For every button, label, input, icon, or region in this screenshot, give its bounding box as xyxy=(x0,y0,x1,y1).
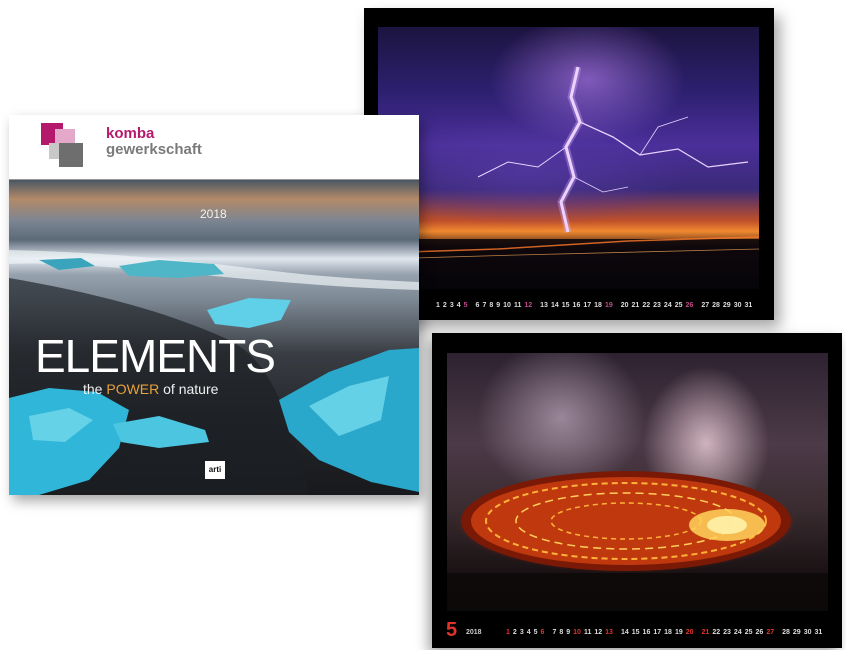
date-13: 13 xyxy=(605,629,613,636)
date-1: 1 xyxy=(436,302,440,309)
date-31: 31 xyxy=(744,302,753,309)
lightning-bolts xyxy=(378,66,759,289)
date-21: 21 xyxy=(701,629,710,636)
date-29: 29 xyxy=(722,302,731,309)
date-7: 7 xyxy=(482,302,487,309)
date-23: 23 xyxy=(723,629,731,636)
date-5: 5 xyxy=(533,629,538,636)
lightning-date-row: 1 2 3 4 5 6 7 8 9 10 11 12 13 14 15 16 17 18 19 20 21 22 23 24 2… xyxy=(436,302,755,309)
date-27: 27 xyxy=(701,302,710,309)
date-31: 31 xyxy=(814,629,823,636)
date-11: 11 xyxy=(513,302,522,309)
date-15: 15 xyxy=(631,629,640,636)
date-11: 11 xyxy=(583,629,592,636)
date-18: 18 xyxy=(594,302,602,309)
date-2: 2 xyxy=(512,629,517,636)
date-20: 20 xyxy=(620,302,629,309)
date-6: 6 xyxy=(540,629,545,636)
publisher-logo: arti xyxy=(205,461,225,479)
date-5: 5 xyxy=(463,302,468,309)
date-10: 10 xyxy=(503,302,511,309)
cover-year: 2018 xyxy=(200,207,227,221)
date-9: 9 xyxy=(566,629,571,636)
date-12: 12 xyxy=(524,302,533,309)
subtitle-post: of nature xyxy=(159,381,219,397)
volcano-photo xyxy=(447,353,828,611)
volcano-date-row: 1 2 3 4 5 6 7 8 9 10 11 12 13 14 15 16 17 18 19 20 21 22 23 24 2… xyxy=(506,629,825,636)
date-9: 9 xyxy=(496,302,501,309)
date-8: 8 xyxy=(559,629,564,636)
subtitle-highlight: POWER xyxy=(106,381,160,397)
date-19: 19 xyxy=(604,302,613,309)
lightning-photo xyxy=(378,27,759,289)
calendar-cover: komba gewerkschaft 2018 ELEMENTS the POW… xyxy=(9,115,419,495)
date-12: 12 xyxy=(594,629,603,636)
komba-logo-icon xyxy=(41,123,87,169)
calendar-page-volcano xyxy=(432,333,842,648)
date-25: 25 xyxy=(744,629,753,636)
subtitle-pre: the xyxy=(83,381,107,397)
brand-name-line2: gewerkschaft xyxy=(106,141,202,158)
lava-lake xyxy=(447,471,828,611)
date-23: 23 xyxy=(653,302,661,309)
date-25: 25 xyxy=(674,302,683,309)
date-6: 6 xyxy=(475,302,480,309)
calendar-page-lightning xyxy=(364,8,774,320)
date-4: 4 xyxy=(456,302,461,309)
date-10: 10 xyxy=(573,629,581,636)
date-16: 16 xyxy=(572,302,581,309)
month-number: 5 xyxy=(446,619,458,641)
date-3: 3 xyxy=(449,302,454,309)
date-22: 22 xyxy=(712,629,721,636)
date-17: 17 xyxy=(583,302,592,309)
cover-title: ELEMENTS xyxy=(35,330,276,382)
date-28: 28 xyxy=(782,629,790,636)
date-17: 17 xyxy=(653,629,662,636)
date-26: 26 xyxy=(685,302,694,309)
month-year: 2018 xyxy=(466,629,482,636)
date-28: 28 xyxy=(712,302,720,309)
date-24: 24 xyxy=(663,302,672,309)
date-29: 29 xyxy=(792,629,801,636)
date-19: 19 xyxy=(674,629,683,636)
date-30: 30 xyxy=(803,629,812,636)
date-26: 26 xyxy=(755,629,764,636)
date-21: 21 xyxy=(631,302,640,309)
date-7: 7 xyxy=(552,629,557,636)
cover-subtitle: the POWER of nature xyxy=(83,381,218,397)
date-27: 27 xyxy=(766,629,775,636)
date-24: 24 xyxy=(733,629,742,636)
date-14: 14 xyxy=(550,302,559,309)
date-14: 14 xyxy=(620,629,629,636)
date-13: 13 xyxy=(540,302,548,309)
date-16: 16 xyxy=(642,629,651,636)
date-3: 3 xyxy=(519,629,524,636)
date-20: 20 xyxy=(685,629,694,636)
date-8: 8 xyxy=(489,302,494,309)
cover-header: komba gewerkschaft xyxy=(9,115,419,180)
date-30: 30 xyxy=(733,302,742,309)
date-2: 2 xyxy=(442,302,447,309)
date-4: 4 xyxy=(526,629,531,636)
date-1: 1 xyxy=(506,629,510,636)
brand-name-line1: komba xyxy=(106,125,155,142)
date-18: 18 xyxy=(664,629,672,636)
date-22: 22 xyxy=(642,302,651,309)
date-15: 15 xyxy=(561,302,570,309)
